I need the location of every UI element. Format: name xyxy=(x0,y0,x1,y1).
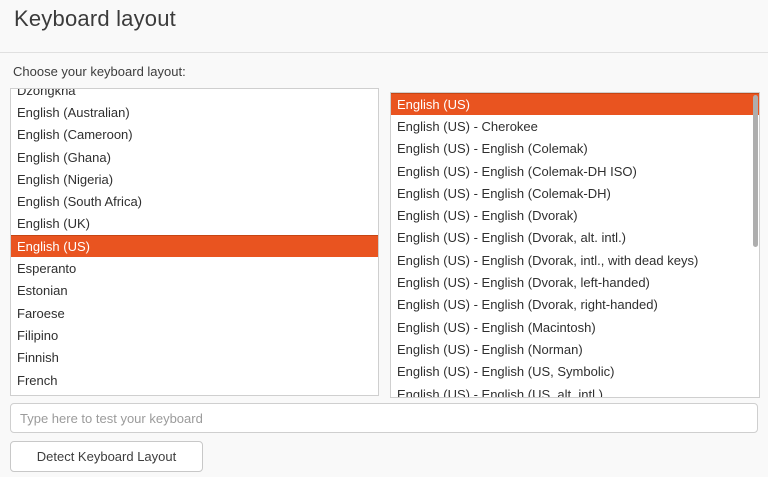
layout-list-content: DzongkhaEnglish (Australian)English (Cam… xyxy=(11,88,378,391)
choose-layout-label: Choose your keyboard layout: xyxy=(13,64,186,79)
list-item[interactable]: Dzongkha xyxy=(11,88,378,101)
list-item[interactable]: Finnish xyxy=(11,347,378,369)
list-item[interactable]: English (US) - English (Colemak-DH) xyxy=(391,182,759,204)
list-item[interactable]: English (Cameroon) xyxy=(11,124,378,146)
list-item[interactable]: English (US) - English (Norman) xyxy=(391,338,759,360)
list-item[interactable]: English (US) - English (Dvorak, right-ha… xyxy=(391,294,759,316)
list-item[interactable]: English (US) - English (Dvorak, intl., w… xyxy=(391,249,759,271)
detect-keyboard-layout-button[interactable]: Detect Keyboard Layout xyxy=(10,441,203,472)
list-item[interactable]: English (South Africa) xyxy=(11,190,378,212)
list-item[interactable]: English (US) xyxy=(391,93,759,115)
keyboard-layout-page: Keyboard layout Choose your keyboard lay… xyxy=(0,0,768,477)
list-item[interactable]: Faroese xyxy=(11,302,378,324)
list-item[interactable]: Estonian xyxy=(11,280,378,302)
list-item[interactable]: French xyxy=(11,369,378,391)
keyboard-test-input[interactable] xyxy=(10,403,758,433)
variant-list[interactable]: English (US)English (US) - CherokeeEngli… xyxy=(390,92,760,398)
list-item[interactable]: English (US) - Cherokee xyxy=(391,115,759,137)
scrollbar-thumb[interactable] xyxy=(753,95,758,247)
list-item[interactable]: English (US) - English (Dvorak) xyxy=(391,204,759,226)
list-item[interactable]: English (US) - English (Colemak-DH ISO) xyxy=(391,160,759,182)
list-item[interactable]: English (US) - English (US, Symbolic) xyxy=(391,361,759,383)
list-item[interactable]: English (Ghana) xyxy=(11,146,378,168)
variant-list-content: English (US)English (US) - CherokeeEngli… xyxy=(391,93,759,398)
list-item[interactable]: English (US) - English (Dvorak, alt. int… xyxy=(391,227,759,249)
header-divider xyxy=(0,52,768,53)
list-item[interactable]: English (Nigeria) xyxy=(11,168,378,190)
list-item[interactable]: English (US) - English (Macintosh) xyxy=(391,316,759,338)
list-item[interactable]: English (US) - English (US, alt. intl.) xyxy=(391,383,759,398)
list-item[interactable]: English (US) xyxy=(11,235,378,257)
list-item[interactable]: English (US) - English (Dvorak, left-han… xyxy=(391,271,759,293)
list-item[interactable]: English (US) - English (Colemak) xyxy=(391,138,759,160)
list-item[interactable]: Esperanto xyxy=(11,257,378,279)
page-title: Keyboard layout xyxy=(14,6,176,32)
list-item[interactable]: English (Australian) xyxy=(11,101,378,123)
list-item[interactable]: Filipino xyxy=(11,324,378,346)
list-item[interactable]: English (UK) xyxy=(11,213,378,235)
layout-list[interactable]: DzongkhaEnglish (Australian)English (Cam… xyxy=(10,88,379,396)
